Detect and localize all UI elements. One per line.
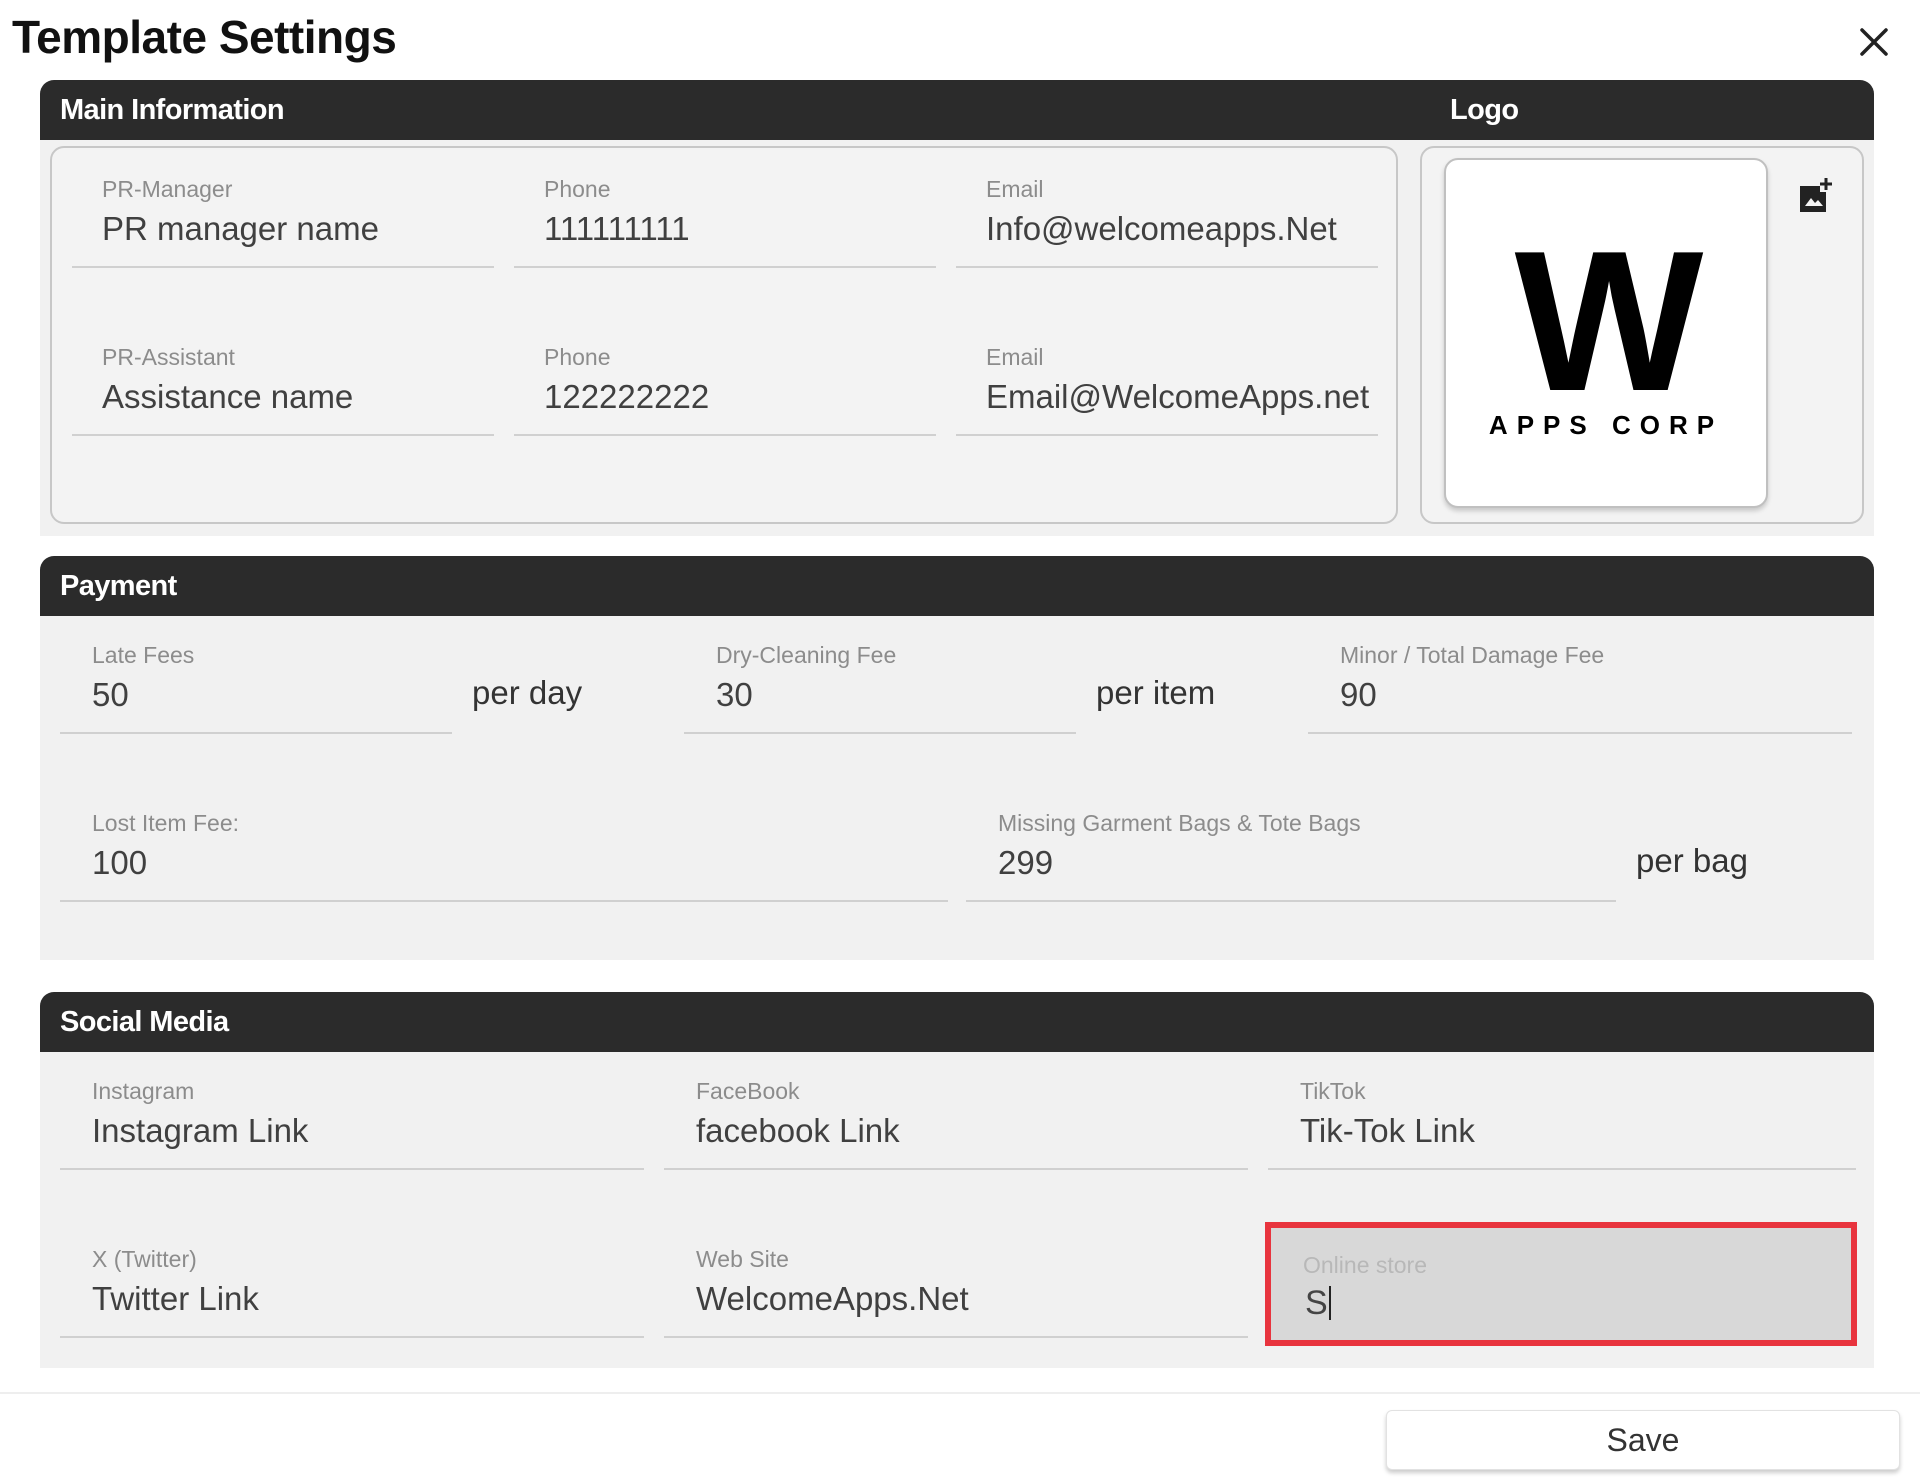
instagram-label: Instagram <box>92 1078 195 1104</box>
logo-mark: W <box>1514 210 1704 433</box>
lost-item-fee-field[interactable]: Lost Item Fee: 100 <box>60 782 948 902</box>
facebook-label: FaceBook <box>696 1078 800 1104</box>
assistant-phone-field[interactable]: Phone 122222222 <box>514 316 936 436</box>
damage-fee-value: 90 <box>1340 676 1377 713</box>
pr-manager-value: PR manager name <box>102 210 379 247</box>
manager-email-value: Info@welcomeapps.Net <box>986 210 1337 247</box>
logo-subtitle: APPS CORP <box>1488 410 1724 440</box>
social-media-title: Social Media <box>60 1006 229 1038</box>
manager-phone-field[interactable]: Phone 111111111 <box>514 148 936 268</box>
assistant-email-value: Email@WelcomeApps.net <box>986 378 1370 415</box>
assistant-email-field[interactable]: Email Email@WelcomeApps.net <box>956 316 1378 436</box>
facebook-field[interactable]: FaceBook facebook Link <box>664 1050 1248 1170</box>
manager-phone-value: 111111111 <box>544 210 690 247</box>
manager-email-label: Email <box>986 176 1044 202</box>
page-title: Template Settings <box>12 11 397 63</box>
main-information-title: Main Information <box>60 94 285 126</box>
lost-item-fee-value: 100 <box>92 844 148 881</box>
add-photo-icon <box>1800 178 1832 212</box>
missing-bags-fee-field[interactable]: Missing Garment Bags & Tote Bags 299 <box>966 782 1616 902</box>
assistant-phone-label: Phone <box>544 344 611 370</box>
dry-cleaning-fee-suffix: per item <box>1096 674 1216 711</box>
tiktok-field[interactable]: TikTok Tik-Tok Link <box>1268 1050 1856 1170</box>
manager-email-field[interactable]: Email Info@welcomeapps.Net <box>956 148 1378 268</box>
tiktok-label: TikTok <box>1300 1078 1366 1104</box>
assistant-phone-value: 122222222 <box>544 378 710 415</box>
instagram-value: Instagram Link <box>92 1112 309 1149</box>
social-media-header: Social Media <box>40 992 1874 1052</box>
late-fees-suffix: per day <box>472 674 583 711</box>
facebook-value: facebook Link <box>696 1112 900 1149</box>
website-field[interactable]: Web Site WelcomeApps.Net <box>664 1218 1248 1338</box>
dry-cleaning-fee-label: Dry-Cleaning Fee <box>716 642 897 668</box>
twitter-value: Twitter Link <box>92 1280 259 1317</box>
pr-manager-label: PR-Manager <box>102 176 233 202</box>
online-store-label: Online store <box>1303 1252 1428 1278</box>
website-value: WelcomeApps.Net <box>696 1280 969 1317</box>
payment-title: Payment <box>60 570 177 602</box>
save-button[interactable]: Save <box>1386 1410 1900 1470</box>
pr-manager-field[interactable]: PR-Manager PR manager name <box>72 148 494 268</box>
text-cursor <box>1328 1286 1331 1320</box>
close-icon <box>1860 28 1888 56</box>
late-fees-value: 50 <box>92 676 129 713</box>
website-label: Web Site <box>696 1246 789 1272</box>
instagram-field[interactable]: Instagram Instagram Link <box>60 1050 644 1170</box>
tiktok-value: Tik-Tok Link <box>1300 1112 1475 1149</box>
late-fees-label: Late Fees <box>92 642 195 668</box>
footer-divider <box>0 1392 1920 1394</box>
twitter-label: X (Twitter) <box>92 1246 197 1272</box>
pr-assistant-label: PR-Assistant <box>102 344 235 370</box>
online-store-value-wrap: S <box>1305 1284 1331 1323</box>
payment-header: Payment <box>40 556 1874 616</box>
assistant-email-label: Email <box>986 344 1044 370</box>
close-button[interactable] <box>1850 18 1898 66</box>
pr-assistant-value: Assistance name <box>102 378 354 415</box>
missing-bags-fee-value: 299 <box>998 844 1054 881</box>
logo-image: W APPS CORP <box>1444 158 1768 508</box>
missing-bags-fee-suffix: per bag <box>1636 842 1748 879</box>
damage-fee-field[interactable]: Minor / Total Damage Fee 90 <box>1308 614 1852 734</box>
lost-item-fee-label: Lost Item Fee: <box>92 810 240 836</box>
online-store-value: S <box>1305 1284 1328 1322</box>
dry-cleaning-fee-value: 30 <box>716 676 753 713</box>
dry-cleaning-fee-field[interactable]: Dry-Cleaning Fee 30 <box>684 614 1076 734</box>
late-fees-field[interactable]: Late Fees 50 <box>60 614 452 734</box>
main-information-header: Main Information Logo <box>40 80 1874 140</box>
logo-title: Logo <box>1450 94 1519 126</box>
missing-bags-fee-label: Missing Garment Bags & Tote Bags <box>998 810 1361 836</box>
damage-fee-label: Minor / Total Damage Fee <box>1340 642 1605 668</box>
online-store-field[interactable]: Online store S <box>1265 1222 1857 1346</box>
pr-assistant-field[interactable]: PR-Assistant Assistance name <box>72 316 494 436</box>
manager-phone-label: Phone <box>544 176 611 202</box>
add-logo-button[interactable] <box>1796 176 1836 216</box>
twitter-field[interactable]: X (Twitter) Twitter Link <box>60 1218 644 1338</box>
